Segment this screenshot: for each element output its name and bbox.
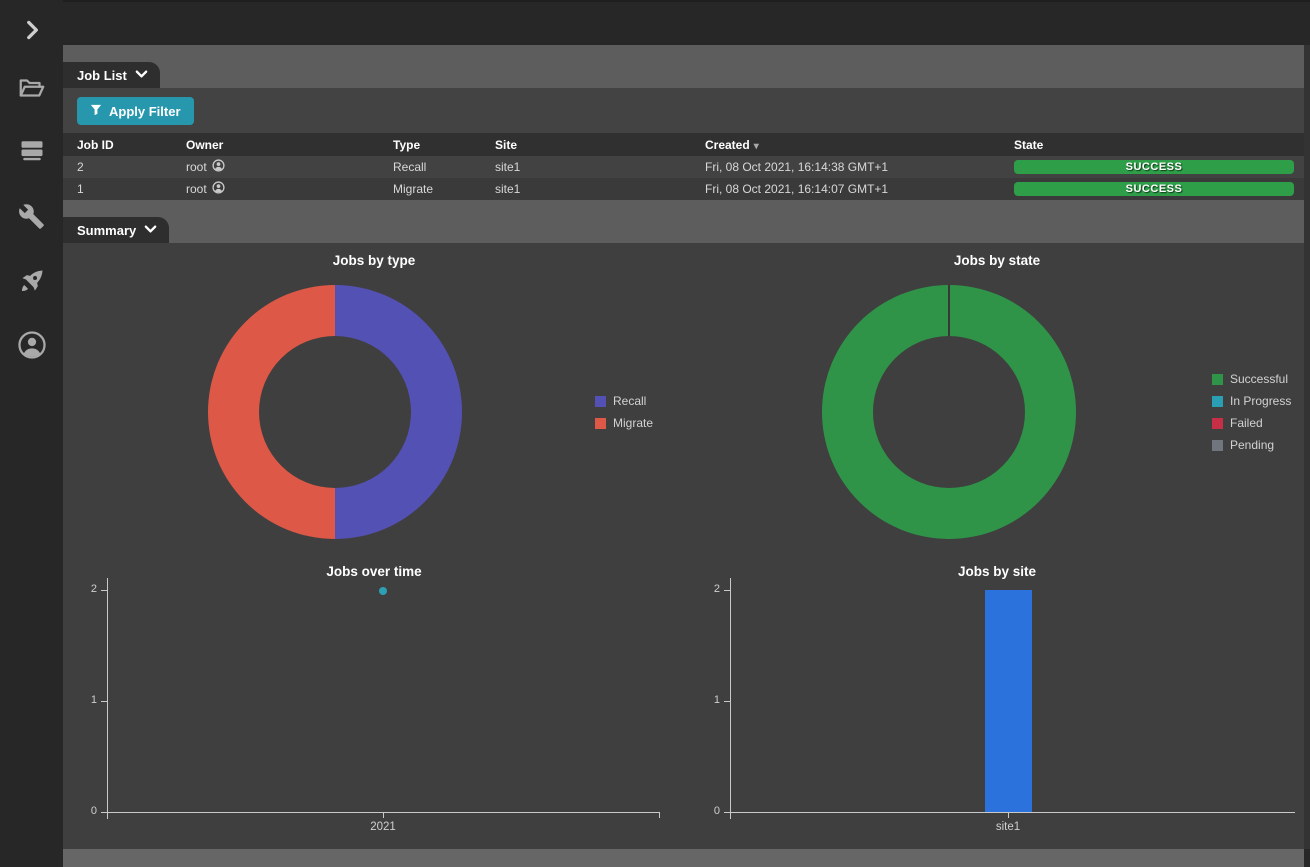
apply-filter-button[interactable]: Apply Filter xyxy=(77,97,194,125)
jobs-over-time-y-tick xyxy=(101,590,107,591)
table-row[interactable]: 1 root Migrate site1 Fri, 08 Oct 2021, 1… xyxy=(63,178,1304,200)
column-header-type[interactable]: Type xyxy=(393,138,495,152)
cell-site: site1 xyxy=(495,160,705,174)
legend-jobs-by-state-item[interactable]: Successful xyxy=(1212,368,1288,390)
job-list-header-band: Job List xyxy=(63,45,1304,88)
jobs-by-site-bar[interactable] xyxy=(985,590,1032,812)
cell-type: Recall xyxy=(393,160,495,174)
legend-swatch xyxy=(595,418,606,429)
job-list-tab-label: Job List xyxy=(77,68,127,83)
chevron-right-icon xyxy=(19,17,45,43)
summary-canvas: Jobs by type Jobs by state Jobs over tim… xyxy=(63,243,1304,849)
cell-created: Fri, 08 Oct 2021, 16:14:38 GMT+1 xyxy=(705,160,1014,174)
status-badge: SUCCESS xyxy=(1014,160,1294,174)
wrench-icon xyxy=(18,203,45,230)
chart-title-jobs-by-state: Jobs by state xyxy=(847,253,1147,268)
jobs-by-site-y-axis xyxy=(730,578,731,819)
legend-swatch xyxy=(1212,440,1223,451)
donut-jobs-by-type-hole xyxy=(259,336,411,488)
donut-jobs-by-state-seam xyxy=(948,285,950,338)
chevron-down-icon xyxy=(135,66,148,84)
app-window: Job List Apply Filter Job ID Owner Type … xyxy=(0,0,1310,867)
jobs-over-time-point[interactable] xyxy=(379,587,387,595)
user-icon xyxy=(212,159,225,175)
rocket-icon xyxy=(18,267,46,295)
legend-jobs-by-state-item[interactable]: Failed xyxy=(1212,412,1263,434)
sidebar-item-files[interactable] xyxy=(0,73,63,103)
cell-job-id: 1 xyxy=(77,182,186,196)
sidebar-item-tools[interactable] xyxy=(0,203,63,230)
legend-label: Recall xyxy=(613,394,646,408)
jobs-over-time-y-tick-label: 1 xyxy=(73,694,97,706)
user-icon xyxy=(212,181,225,197)
cell-owner: root xyxy=(186,159,393,175)
main-content: Job List Apply Filter Job ID Owner Type … xyxy=(63,45,1304,867)
filter-toolbar: Apply Filter xyxy=(63,88,1304,133)
column-header-job-id[interactable]: Job ID xyxy=(77,138,186,152)
chart-title-jobs-by-type: Jobs by type xyxy=(224,253,524,268)
legend-jobs-by-state-item[interactable]: Pending xyxy=(1212,434,1274,456)
jobs-by-site-x-tick xyxy=(1008,812,1009,818)
legend-jobs-by-state-item[interactable]: In Progress xyxy=(1212,390,1291,412)
cell-job-id: 2 xyxy=(77,160,186,174)
jobs-over-time-x-tick xyxy=(383,812,384,818)
tab-job-list[interactable]: Job List xyxy=(63,62,160,88)
scrollbar-track[interactable] xyxy=(1304,45,1310,849)
jobs-by-site-y-tick xyxy=(724,701,730,702)
summary-header-band: Summary xyxy=(63,200,1304,243)
table-row[interactable]: 2 root Recall site1 Fri, 08 Oct 2021, 16… xyxy=(63,156,1304,178)
sidebar xyxy=(0,0,63,867)
legend-swatch xyxy=(1212,374,1223,385)
sort-desc-icon: ▾ xyxy=(754,141,759,152)
jobs-by-site-y-tick xyxy=(724,590,730,591)
job-table-header: Job ID Owner Type Site Created▾ State xyxy=(63,133,1304,156)
column-header-owner[interactable]: Owner xyxy=(186,138,393,152)
column-header-state[interactable]: State xyxy=(1014,138,1304,152)
legend-swatch xyxy=(1212,396,1223,407)
legend-label: Failed xyxy=(1230,416,1263,430)
tab-summary[interactable]: Summary xyxy=(63,217,169,243)
legend-label: In Progress xyxy=(1230,394,1291,408)
donut-jobs-by-state-hole xyxy=(873,336,1025,488)
jobs-by-site-y-tick-label: 0 xyxy=(696,805,720,817)
legend-jobs-by-type-item[interactable]: Migrate xyxy=(595,412,653,434)
jobs-over-time-y-axis xyxy=(107,578,108,819)
jobs-over-time-x-end-tick xyxy=(659,812,660,818)
jobs-over-time-y-tick-label: 2 xyxy=(73,583,97,595)
jobs-by-site-x-axis xyxy=(730,812,1295,813)
filter-funnel-icon xyxy=(90,104,102,119)
user-circle-icon xyxy=(16,329,48,361)
legend-label: Successful xyxy=(1230,372,1288,386)
legend-swatch xyxy=(1212,418,1223,429)
chart-title-jobs-over-time: Jobs over time xyxy=(224,564,524,579)
footer-band xyxy=(63,849,1304,867)
column-header-site[interactable]: Site xyxy=(495,138,705,152)
folder-open-icon xyxy=(17,73,47,103)
cell-site: site1 xyxy=(495,182,705,196)
sidebar-expand-button[interactable] xyxy=(0,17,63,43)
legend-label: Migrate xyxy=(613,416,653,430)
legend-jobs-by-type-item[interactable]: Recall xyxy=(595,390,646,412)
jobs-by-site-y-tick-label: 2 xyxy=(696,583,720,595)
summary-tab-label: Summary xyxy=(77,223,136,238)
topbar xyxy=(63,0,1310,45)
jobs-over-time-x-tick-label: 2021 xyxy=(343,821,423,833)
chart-title-jobs-by-site: Jobs by site xyxy=(847,564,1147,579)
sidebar-item-servers[interactable] xyxy=(0,136,63,164)
jobs-over-time-y-tick xyxy=(101,701,107,702)
chevron-down-icon xyxy=(144,221,157,239)
legend-swatch xyxy=(595,396,606,407)
sidebar-item-account[interactable] xyxy=(0,329,63,361)
cell-owner: root xyxy=(186,181,393,197)
jobs-by-site-y-tick-label: 1 xyxy=(696,694,720,706)
status-badge: SUCCESS xyxy=(1014,182,1294,196)
cell-created: Fri, 08 Oct 2021, 16:14:07 GMT+1 xyxy=(705,182,1014,196)
jobs-over-time-y-tick-label: 0 xyxy=(73,805,97,817)
server-stack-icon xyxy=(18,136,46,164)
column-header-created[interactable]: Created▾ xyxy=(705,138,1014,152)
legend-label: Pending xyxy=(1230,438,1274,452)
jobs-by-site-x-tick-label: site1 xyxy=(968,821,1048,833)
sidebar-item-jobs[interactable] xyxy=(0,267,63,295)
cell-type: Migrate xyxy=(393,182,495,196)
